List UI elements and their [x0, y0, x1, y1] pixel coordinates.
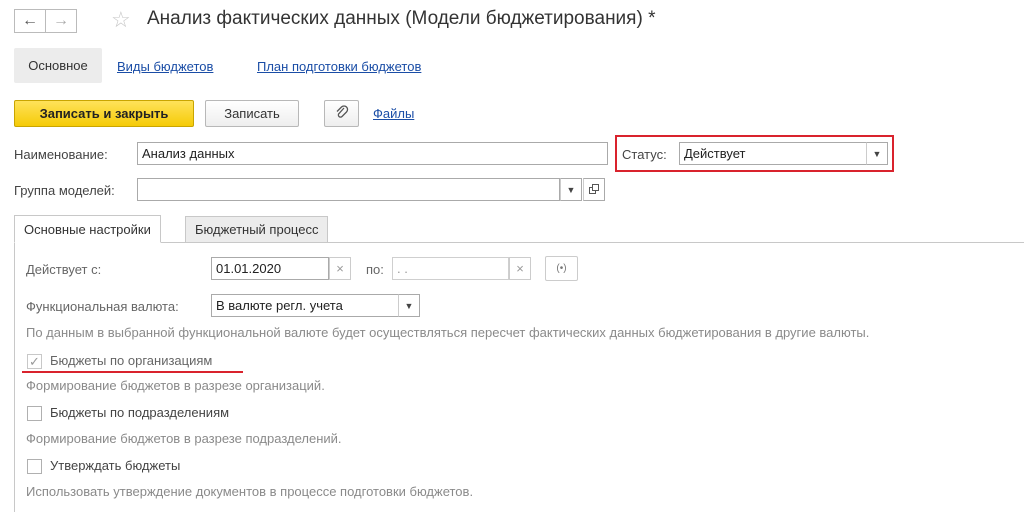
name-label: Наименование:: [14, 147, 108, 162]
tab-main-settings[interactable]: Основные настройки: [14, 215, 161, 243]
currency-hint: По данным в выбранной функциональной вал…: [26, 325, 870, 340]
valid-from-input[interactable]: 01.01.2020: [211, 257, 329, 280]
close-icon: ×: [516, 261, 524, 276]
paperclip-icon: [335, 104, 349, 123]
valid-to-clear-button[interactable]: ×: [509, 257, 531, 280]
nav-tab-main-label: Основное: [28, 58, 88, 73]
approve-budgets-hint: Использовать утверждение документов в пр…: [26, 484, 474, 499]
currency-dropdown-button[interactable]: ▼: [398, 294, 420, 317]
budgets-by-org-label: Бюджеты по организациям: [50, 353, 213, 368]
valid-from-label: Действует с:: [26, 262, 102, 277]
close-icon: ×: [336, 261, 344, 276]
underline-highlight: [22, 371, 243, 373]
group-input[interactable]: [137, 178, 560, 201]
arrow-left-icon: ←: [22, 12, 38, 29]
save-button[interactable]: Записать: [205, 100, 299, 127]
status-select[interactable]: Действует: [679, 142, 867, 165]
group-dropdown-button[interactable]: ▼: [560, 178, 582, 201]
forward-button[interactable]: →: [45, 9, 77, 33]
valid-from-clear-button[interactable]: ×: [329, 257, 351, 280]
nav-tab-budget-plan[interactable]: План подготовки бюджетов: [257, 59, 421, 74]
triangle-down-icon: ▼: [404, 300, 414, 311]
group-label: Группа моделей:: [14, 183, 115, 198]
triangle-down-icon: ▼: [872, 148, 882, 159]
approve-budgets-label: Утверждать бюджеты: [50, 458, 181, 473]
valid-to-input[interactable]: . .: [392, 257, 509, 280]
tab-budget-process[interactable]: Бюджетный процесс: [185, 216, 329, 243]
approve-budgets-checkbox[interactable]: [27, 459, 42, 474]
currency-select[interactable]: В валюте регл. учета: [211, 294, 399, 317]
checkmark-icon: ✓: [29, 353, 40, 369]
tab-panel-border: [14, 242, 1024, 243]
tab-main-settings-label: Основные настройки: [24, 221, 151, 237]
arrow-right-icon: →: [53, 12, 69, 29]
triangle-down-icon: ▼: [566, 184, 576, 195]
nav-tab-budget-types[interactable]: Виды бюджетов: [117, 59, 213, 74]
tab-budget-process-label: Бюджетный процесс: [195, 222, 319, 237]
open-copy-icon: [589, 183, 599, 196]
period-button[interactable]: (•): [545, 256, 578, 281]
nav-tab-main[interactable]: Основное: [14, 48, 102, 83]
status-label: Статус:: [622, 147, 667, 162]
save-and-close-button[interactable]: Записать и закрыть: [14, 100, 194, 127]
status-dropdown-button[interactable]: ▼: [866, 142, 888, 165]
currency-label: Функциональная валюта:: [26, 299, 179, 314]
budgets-by-dept-checkbox[interactable]: [27, 406, 42, 421]
group-open-button[interactable]: [583, 178, 605, 201]
files-link[interactable]: Файлы: [373, 106, 414, 121]
budgets-by-dept-label: Бюджеты по подразделениям: [50, 405, 230, 420]
name-input[interactable]: Анализ данных: [137, 142, 608, 165]
budgets-by-org-checkbox[interactable]: ✓: [27, 354, 42, 369]
page-title: Анализ фактических данных (Модели бюджет…: [147, 8, 656, 29]
attach-button[interactable]: [324, 100, 359, 127]
budgets-by-dept-hint: Формирование бюджетов в разрезе подразде…: [26, 431, 342, 446]
to-label: по:: [366, 262, 384, 277]
budgets-by-org-hint: Формирование бюджетов в разрезе организа…: [26, 378, 325, 393]
back-button[interactable]: ←: [14, 9, 46, 33]
tab-panel-left-border: [14, 242, 15, 512]
broadcast-icon: (•): [556, 263, 567, 274]
star-icon[interactable]: ☆: [111, 7, 131, 33]
